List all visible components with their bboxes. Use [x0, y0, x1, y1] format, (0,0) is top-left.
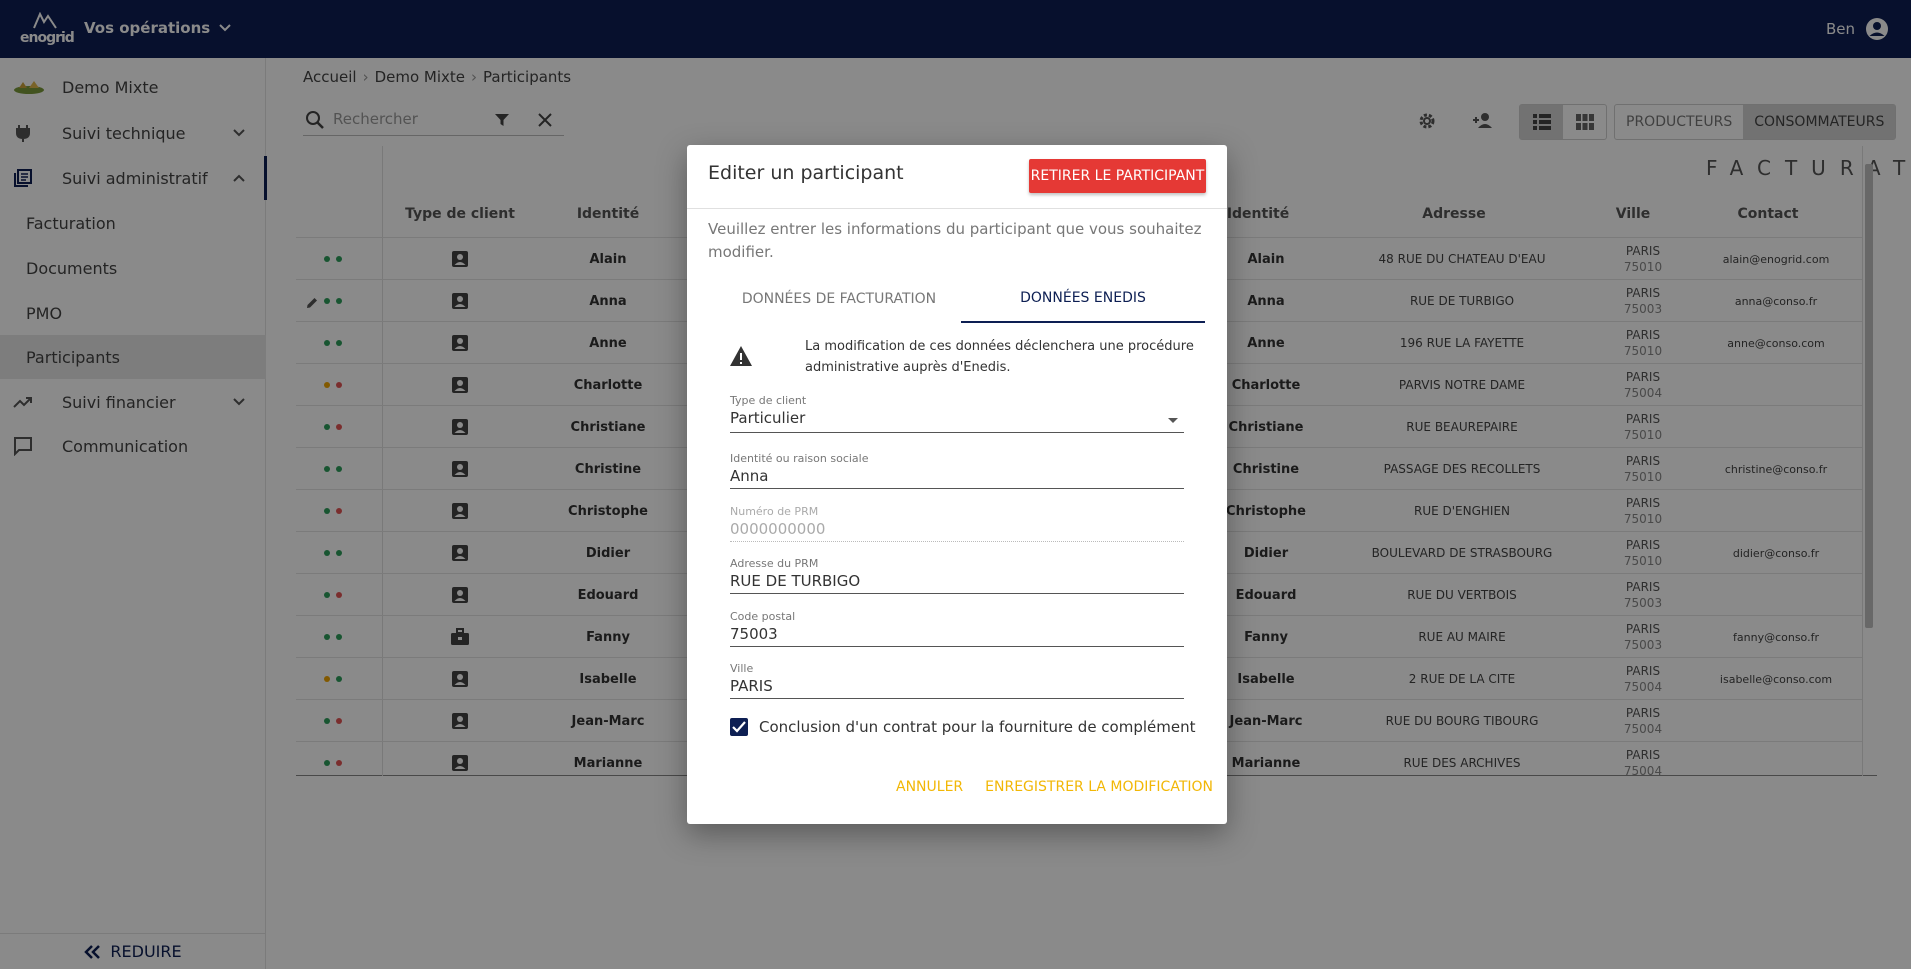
field-value: 75003	[730, 625, 778, 643]
field-label: Adresse du PRM	[730, 557, 819, 570]
client-type-select[interactable]: Type de client Particulier	[730, 394, 1184, 433]
postal-code-field[interactable]: Code postal 75003	[730, 610, 1184, 647]
field-value: PARIS	[730, 677, 773, 695]
warning-icon	[730, 346, 752, 366]
dialog-title: Editer un participant	[708, 162, 904, 184]
field-value: RUE DE TURBIGO	[730, 572, 861, 590]
field-value: Anna	[730, 467, 769, 485]
dialog-actions: ANNULER ENREGISTRER LA MODIFICATION	[896, 779, 1213, 795]
tab-enedis-data[interactable]: DONNÉES ENEDIS	[961, 275, 1205, 323]
save-button[interactable]: ENREGISTRER LA MODIFICATION	[985, 779, 1213, 795]
checkbox-label: Conclusion d'un contrat pour la fournitu…	[759, 718, 1196, 736]
cancel-button[interactable]: ANNULER	[896, 779, 963, 795]
field-label: Code postal	[730, 610, 796, 623]
city-field[interactable]: Ville PARIS	[730, 662, 1184, 699]
field-label: Numéro de PRM	[730, 505, 819, 518]
checkbox-checked-icon[interactable]	[730, 718, 748, 736]
dialog-divider	[687, 208, 1227, 209]
prm-number-field: Numéro de PRM 0000000000	[730, 505, 1184, 542]
field-value: Particulier	[730, 409, 806, 427]
field-label: Type de client	[730, 394, 807, 407]
dialog-description: Veuillez entrer les informations du part…	[708, 220, 1202, 261]
field-label: Ville	[730, 662, 754, 675]
edit-participant-dialog: Editer un participant RETIRER LE PARTICI…	[687, 145, 1227, 824]
field-label: Identité ou raison sociale	[730, 452, 869, 465]
tab-billing-data[interactable]: DONNÉES DE FACTURATION	[717, 275, 961, 323]
field-value: 0000000000	[730, 520, 826, 538]
remove-participant-button[interactable]: RETIRER LE PARTICIPANT	[1029, 159, 1206, 193]
enedis-warning-text: La modification de ces données déclenche…	[805, 339, 1194, 375]
supply-contract-checkbox[interactable]: Conclusion d'un contrat pour la fournitu…	[730, 718, 1196, 736]
dropdown-arrow-icon	[1168, 418, 1178, 423]
identity-field[interactable]: Identité ou raison sociale Anna	[730, 452, 1184, 489]
dialog-tabs: DONNÉES DE FACTURATION DONNÉES ENEDIS	[717, 275, 1205, 323]
prm-address-field[interactable]: Adresse du PRM RUE DE TURBIGO	[730, 557, 1184, 594]
